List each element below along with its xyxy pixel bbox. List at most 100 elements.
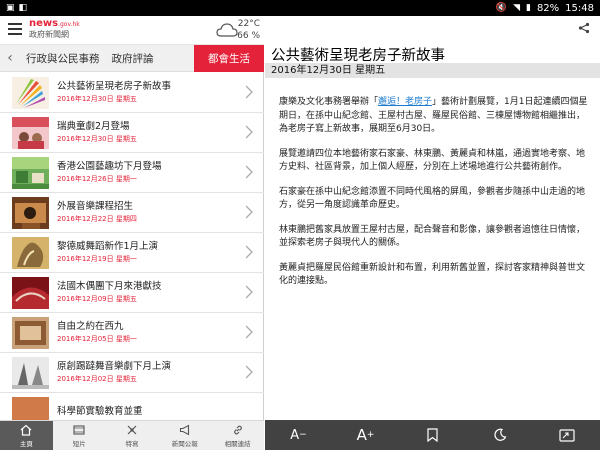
nav-videos-label: 短片: [72, 439, 86, 448]
paragraph-text: 康樂及文化事務署舉辦「: [279, 97, 379, 107]
article-body: 康樂及文化事務署舉辦「邂逅！老房子」藝術計劃展覽，1月1日起連續四個星期日，在孫…: [279, 96, 591, 300]
list-item-date: 2016年12月30日 星期五: [57, 95, 137, 103]
list-item-title: 科學節實驗教育並重: [57, 406, 143, 417]
list-item[interactable]: 香港公園藝趣坊下月登場 2016年12月26日 星期一: [0, 153, 264, 193]
list-item[interactable]: 瑞典童劇2月登場 2016年12月30日 星期五: [0, 113, 264, 153]
article-pane: 公共藝術呈現老房子新故事 2016年12月30日 星期五 康樂及文化事務署舉辦「…: [265, 16, 600, 450]
picture-in-picture-button[interactable]: [547, 420, 587, 450]
chevron-right-icon: [245, 325, 253, 339]
list-item-text: 香港公園藝趣坊下月登場 2016年12月26日 星期一: [57, 157, 235, 189]
feature-icon: [127, 425, 137, 434]
list-item-text: 原創踢躂舞音樂劇下月上演 2016年12月02日 星期五: [57, 357, 235, 389]
thumbnail-image: [12, 196, 49, 229]
nav-press-releases[interactable]: 新聞公報: [158, 421, 211, 450]
picture-in-picture-icon: [558, 428, 575, 442]
status-right: 🔇 ◥ ▮ 82% 15:48: [496, 3, 594, 14]
battery-level: 82%: [536, 2, 560, 14]
cloud-icon: [216, 23, 238, 37]
weather: 22°C 66 %: [237, 18, 260, 42]
list-item-title: 黎德威舞蹈新作1月上演: [57, 241, 159, 252]
chevron-right-icon: [245, 245, 253, 259]
link-icon: [233, 425, 242, 434]
app-header: news.gov.hk 政府新聞網 22°C 66 %: [0, 16, 264, 45]
clock: 15:48: [565, 2, 594, 14]
font-decrease-sign: −: [299, 430, 307, 440]
nav-videos[interactable]: 短片: [53, 421, 106, 450]
article-paragraph: 康樂及文化事務署舉辦「邂逅！老房子」藝術計劃展覽，1月1日起連續四個星期日，在孫…: [279, 96, 591, 137]
thumbnail-image: [12, 316, 49, 349]
project-link[interactable]: 邂逅！老房子: [378, 97, 432, 107]
list-item-date: 2016年12月19日 星期一: [57, 255, 137, 263]
chevron-right-icon: [245, 365, 253, 379]
menu-icon[interactable]: [8, 23, 22, 35]
logo-suffix: .gov.hk: [58, 21, 80, 28]
tab-government-commentary[interactable]: 政府評論: [106, 45, 160, 72]
chevron-right-icon: [245, 85, 253, 99]
list-item-text: 公共藝術呈現老房子新故事 2016年12月30日 星期五: [57, 77, 235, 109]
list-item-title: 自由之約在西九: [57, 321, 124, 332]
list-item-text: 法國木偶團下月來港獻技 2016年12月09日 星期五: [57, 277, 235, 309]
status-left: ▣ ◧: [6, 2, 28, 13]
thumbnail-image: [12, 356, 49, 389]
thumbnail-image: [12, 276, 49, 309]
home-icon: [20, 424, 32, 436]
list-item[interactable]: 法國木偶團下月來港獻技 2016年12月09日 星期五: [0, 273, 264, 313]
share-icon[interactable]: [578, 22, 590, 34]
list-item-title: 公共藝術呈現老房子新故事: [57, 81, 172, 92]
nav-features-label: 特寫: [125, 439, 139, 448]
tab-city-life[interactable]: 都會生活: [194, 44, 264, 72]
list-item-title: 香港公園藝趣坊下月登場: [57, 161, 162, 172]
chevron-right-icon: [245, 165, 253, 179]
list-item[interactable]: 科學節實驗教育並重: [0, 393, 264, 420]
list-item-date: 2016年12月09日 星期五: [57, 295, 137, 303]
list-item-date: 2016年12月30日 星期五: [57, 135, 137, 143]
font-decrease-letter: A: [290, 427, 300, 443]
list-item[interactable]: 公共藝術呈現老房子新故事 2016年12月30日 星期五: [0, 73, 264, 113]
list-item[interactable]: 原創踢躂舞音樂劇下月上演 2016年12月02日 星期五: [0, 353, 264, 393]
list-item[interactable]: 黎德威舞蹈新作1月上演 2016年12月19日 星期一: [0, 233, 264, 273]
moon-icon: [493, 428, 506, 441]
night-mode-button[interactable]: [480, 420, 520, 450]
tab-back-icon[interactable]: ‹: [0, 45, 20, 72]
list-item-date: 2016年12月26日 星期一: [57, 175, 137, 183]
notification-icon-2: ◧: [18, 2, 28, 13]
list-item[interactable]: 自由之約在西九 2016年12月05日 星期一: [0, 313, 264, 353]
chevron-right-icon: [245, 205, 253, 219]
thumbnail-image: [12, 156, 49, 189]
nav-home[interactable]: 主頁: [0, 421, 53, 450]
font-increase-sign: +: [366, 430, 375, 440]
thumbnail-image: [12, 396, 49, 420]
film-icon: [73, 424, 85, 435]
list-item-date: 2016年12月05日 星期一: [57, 335, 137, 343]
article-paragraph: 黃麗貞把羅屋民俗館重新設計和布置，利用新舊並置，探討客家精神與普世文化的連接點。: [279, 262, 586, 287]
temperature: 22°C: [237, 19, 260, 29]
list-item-text: 科學節實驗教育並重: [57, 397, 235, 421]
article-toolbar: A − A +: [265, 420, 600, 450]
list-item-text: 黎德威舞蹈新作1月上演 2016年12月19日 星期一: [57, 237, 235, 269]
megaphone-icon: [179, 424, 189, 435]
thumbnail-image: [12, 76, 49, 109]
nav-related-links[interactable]: 相關連結: [211, 421, 264, 450]
logo: news.gov.hk 政府新聞網: [29, 19, 80, 39]
chevron-right-icon: [245, 285, 253, 299]
screen: ▣ ◧ 🔇 ◥ ▮ 82% 15:48 news.gov.hk 政府新聞網 22…: [0, 0, 600, 450]
article-paragraph: 林東鵬把舊家具放置王屋村古屋，配合聲音和影像，讓參觀者追憶往日情懷，並探索老房子…: [279, 224, 586, 249]
mute-icon: 🔇: [495, 2, 508, 13]
thumbnail-image: [12, 236, 49, 269]
bookmark-button[interactable]: [413, 420, 453, 450]
list-item-title: 原創踢躂舞音樂劇下月上演: [57, 361, 172, 372]
font-increase-button[interactable]: A +: [346, 420, 386, 450]
thumbnail-image: [12, 116, 49, 149]
list-item-title: 外展音樂課程招生: [57, 201, 134, 212]
article-title: 公共藝術呈現老房子新故事: [271, 48, 445, 64]
tab-civic-affairs[interactable]: 行政與公民事務: [20, 45, 106, 72]
nav-features[interactable]: 特寫: [106, 421, 159, 450]
list-item-date: 2016年12月02日 星期五: [57, 375, 137, 383]
nav-related-links-label: 相關連結: [224, 439, 251, 448]
list-item-title: 法國木偶團下月來港獻技: [57, 281, 162, 292]
humidity: 66 %: [237, 31, 260, 41]
list-item[interactable]: 外展音樂課程招生 2016年12月22日 星期四: [0, 193, 264, 233]
article-paragraph: 石家豪在孫中山紀念館添置不同時代風格的屏風，參觀者步隨孫中山走過的地方，從另一角…: [279, 186, 586, 211]
logo-subtitle: 政府新聞網: [29, 30, 69, 39]
font-decrease-button[interactable]: A −: [279, 420, 319, 450]
